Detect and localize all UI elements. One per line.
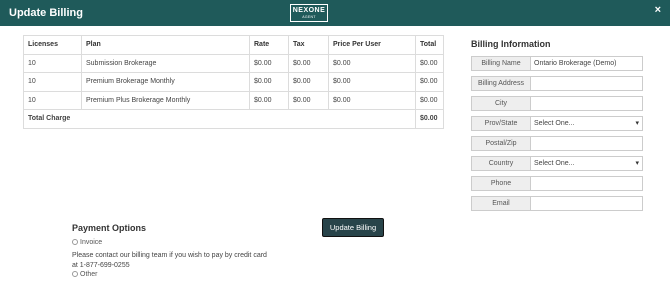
prov-state-select[interactable]: Select One... ▾ [531, 116, 643, 131]
cell-plan: Submission Brokerage [81, 53, 250, 73]
total-row: Total Charge $0.00 [23, 109, 444, 129]
close-icon[interactable]: × [655, 4, 661, 16]
cell-licenses: 10 [23, 90, 82, 110]
phone-input[interactable] [531, 176, 643, 191]
column-header-plan: Plan [81, 35, 250, 55]
cell-rate: $0.00 [249, 90, 289, 110]
payment-options-title: Payment Options [72, 223, 147, 233]
payment-option-invoice[interactable]: Invoice [72, 239, 102, 246]
cell-total: $0.00 [415, 53, 444, 73]
billing-name-input[interactable]: Ontario Brokerage (Demo) [531, 56, 643, 71]
email-label: Email [471, 196, 531, 211]
country-label: Country [471, 156, 531, 171]
payment-option-other[interactable]: Other [72, 271, 98, 278]
column-header-rate: Rate [249, 35, 289, 55]
cell-tax: $0.00 [288, 53, 329, 73]
cell-tax: $0.00 [288, 90, 329, 110]
table-header-row: Licenses Plan Rate Tax Price Per User To… [23, 35, 444, 55]
payment-note: Please contact our billing team if you w… [72, 252, 267, 269]
radio-icon[interactable] [72, 239, 78, 246]
modal-header: Update Billing NEXONE AGENT × [0, 0, 670, 26]
radio-icon[interactable] [72, 271, 78, 278]
phone-label: Phone [471, 176, 531, 191]
total-charge-value: $0.00 [415, 109, 444, 129]
cell-tax: $0.00 [288, 72, 329, 92]
billing-information-title: Billing Information [471, 39, 551, 49]
column-header-total: Total [415, 35, 444, 55]
table-row: 10 Submission Brokerage $0.00 $0.00 $0.0… [23, 53, 444, 73]
cell-licenses: 10 [23, 72, 82, 92]
chevron-down-icon: ▾ [635, 120, 639, 127]
invoice-label: Invoice [80, 239, 103, 246]
modal-title: Update Billing [9, 7, 83, 19]
logo-text: NEXONE [292, 7, 326, 14]
cell-plan: Premium Brokerage Monthly [81, 72, 250, 92]
city-label: City [471, 96, 531, 111]
cell-price-per-user: $0.00 [328, 72, 416, 92]
cell-rate: $0.00 [249, 53, 289, 73]
email-input[interactable] [531, 196, 643, 211]
prov-state-selected-value: Select One... [534, 120, 575, 127]
update-billing-button[interactable]: Update Billing [322, 218, 384, 237]
cell-price-per-user: $0.00 [328, 53, 416, 73]
postal-zip-input[interactable] [531, 136, 643, 151]
cell-licenses: 10 [23, 53, 82, 73]
total-charge-label: Total Charge [23, 109, 416, 129]
table-row: 10 Premium Plus Brokerage Monthly $0.00 … [23, 90, 444, 110]
nexone-logo: NEXONE AGENT [290, 4, 328, 22]
cell-total: $0.00 [415, 90, 444, 110]
cell-price-per-user: $0.00 [328, 90, 416, 110]
other-label: Other [80, 271, 98, 278]
cell-total: $0.00 [415, 72, 444, 92]
country-select[interactable]: Select One... ▾ [531, 156, 643, 171]
cell-plan: Premium Plus Brokerage Monthly [81, 90, 250, 110]
column-header-tax: Tax [288, 35, 329, 55]
table-row: 10 Premium Brokerage Monthly $0.00 $0.00… [23, 72, 444, 92]
city-input[interactable] [531, 96, 643, 111]
billing-address-label: Billing Address [471, 76, 531, 91]
billing-name-label: Billing Name [471, 56, 531, 71]
billing-address-input[interactable] [531, 76, 643, 91]
prov-state-label: Prov/State [471, 116, 531, 131]
billing-table: Licenses Plan Rate Tax Price Per User To… [23, 35, 444, 129]
logo-subtext: AGENT [302, 15, 316, 19]
country-selected-value: Select One... [534, 160, 575, 167]
column-header-price-per-user: Price Per User [328, 35, 416, 55]
column-header-licenses: Licenses [23, 35, 82, 55]
cell-rate: $0.00 [249, 72, 289, 92]
postal-zip-label: Postal/Zip [471, 136, 531, 151]
chevron-down-icon: ▾ [635, 160, 639, 167]
